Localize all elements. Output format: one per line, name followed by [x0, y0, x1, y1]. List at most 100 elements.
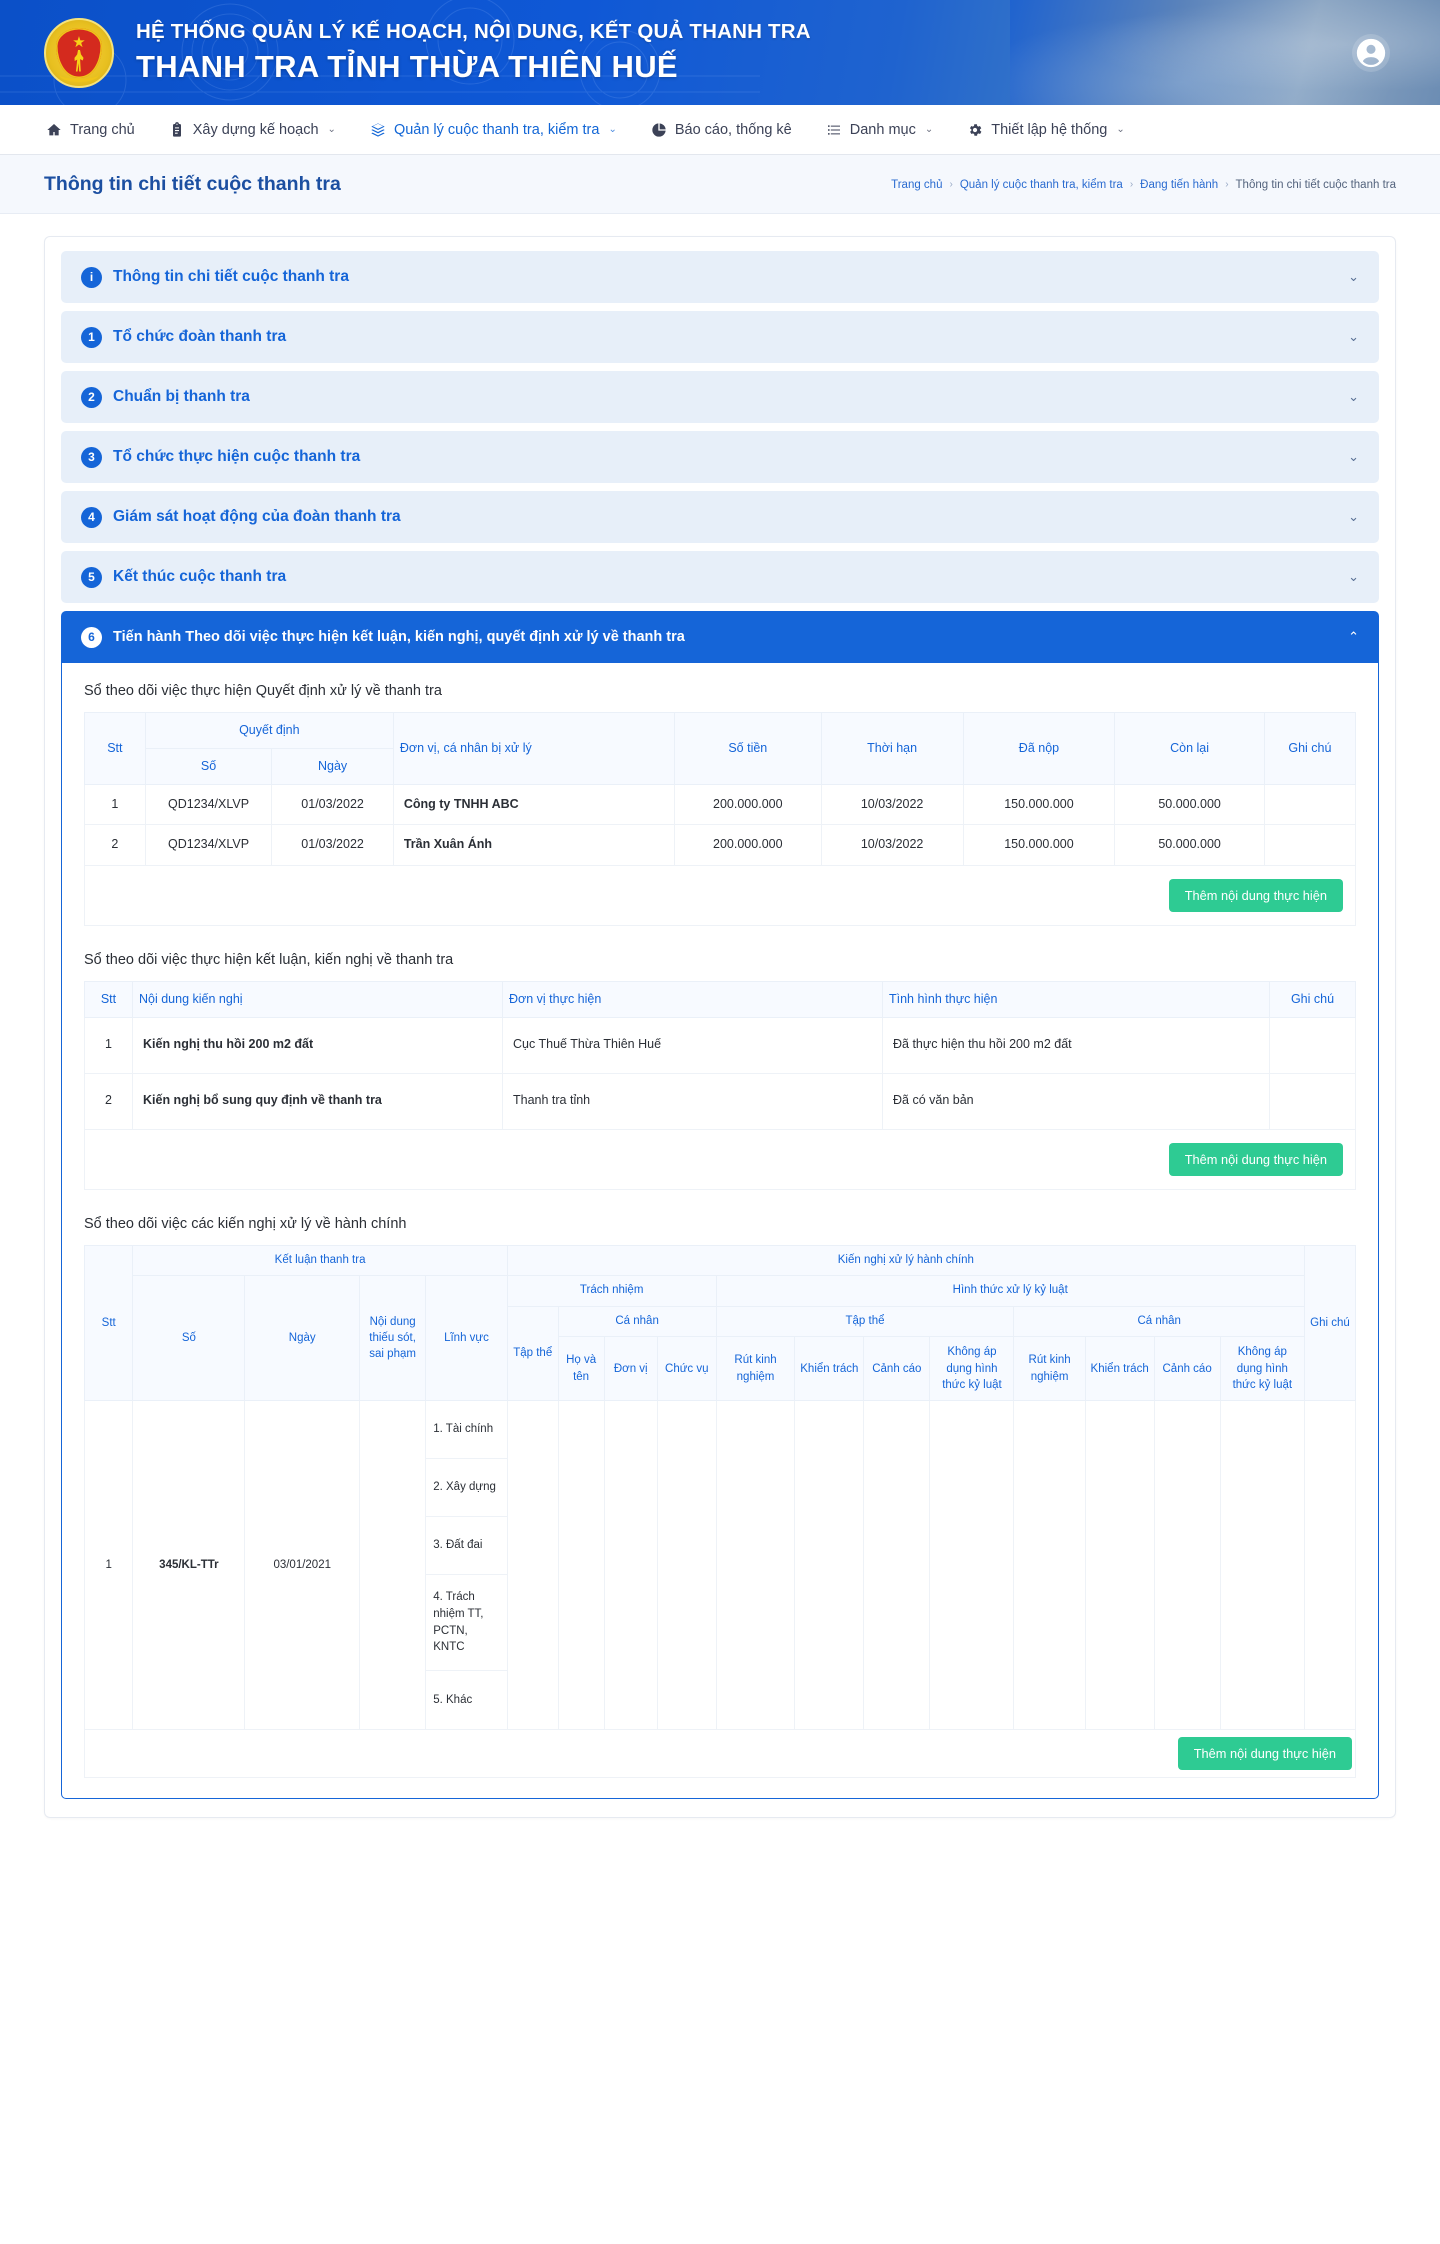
th-cn-khong-ap-dung: Không áp dụng hình thức kỷ luật — [1219, 1336, 1305, 1402]
add-noi-dung-thuc-hien-button-1[interactable]: Thêm nội dung thực hiện — [1168, 878, 1343, 912]
th-noi-dung-thieu-sot: Nội dung thiếu sót, sai phạm — [359, 1275, 427, 1402]
cell-noi-dung: Kiến nghị thu hồi 200 m2 đất — [132, 1016, 503, 1074]
header-subtitle: HỆ THỐNG QUẢN LÝ KẾ HOẠCH, NỘI DUNG, KẾT… — [136, 20, 811, 43]
chevron-down-icon[interactable]: ⌄ — [1348, 389, 1359, 405]
table-ket-luan-kien-nghi: Stt Nội dung kiến nghị Đơn vị thực hiện … — [84, 980, 1356, 1190]
th-con-lai: Còn lại — [1114, 712, 1265, 785]
th-ghi-chu: Ghi chú — [1269, 980, 1356, 1018]
accordion-badge: 2 — [81, 386, 102, 408]
th-tt-rut-kinh-nghiem: Rút kinh nghiệm — [715, 1336, 796, 1402]
cell-so-tien: 200.000.000 — [673, 824, 822, 866]
accordion-thong-tin-chi-tiet[interactable]: i Thông tin chi tiết cuộc thanh tra ⌄ — [61, 251, 1379, 303]
cell-tinh-hinh: Đã có văn bản — [882, 1072, 1270, 1130]
chevron-down-icon[interactable]: ⌄ — [1348, 569, 1359, 585]
th-kien-nghi-xu-ly-hanh-chinh: Kiến nghị xử lý hành chính — [506, 1244, 1305, 1277]
th-so: Số — [132, 1275, 246, 1402]
cell-stt: 1 — [83, 1400, 134, 1731]
section-title-hanh-chinh: Sổ theo dõi việc các kiến nghị xử lý về … — [84, 1215, 407, 1232]
section-title-quyet-dinh: Sổ theo dõi việc thực hiện Quyết định xử… — [84, 683, 442, 699]
accordion-badge: i — [81, 266, 102, 288]
gear-icon — [967, 122, 983, 138]
cell-cn-canh-cao — [1153, 1400, 1221, 1731]
cell-tinh-hinh: Đã thực hiện thu hồi 200 m2 đất — [882, 1016, 1270, 1074]
th-tinh-hinh-thuc-hien: Tình hình thực hiện — [882, 980, 1270, 1018]
nav-item-label: Xây dựng kế hoạch — [192, 121, 319, 138]
nav-item-trang-chu[interactable]: Trang chủ — [44, 118, 137, 142]
page-header-bar: Thông tin chi tiết cuộc thanh tra Trang … — [0, 155, 1440, 214]
breadcrumb-item-1[interactable]: Trang chủ — [891, 179, 942, 191]
th-stt: Stt — [83, 1244, 134, 1402]
th-da-nop: Đã nộp — [962, 712, 1116, 785]
table-row[interactable]: 1 Kiến nghị thu hồi 200 m2 đất Cục Thuế … — [84, 1016, 1356, 1074]
cell-so: QD1234/XLVP — [144, 783, 273, 826]
th-quyet-dinh: Quyết định — [144, 712, 394, 749]
cell-tt-canh-cao — [863, 1400, 931, 1731]
user-circle-icon[interactable] — [1352, 33, 1390, 72]
linh-vuc-item: 1. Tài chính — [426, 1401, 507, 1460]
th-tt-khien-trach: Khiển trách — [794, 1336, 865, 1402]
th-don-vi: Đơn vị, cá nhân bị xử lý — [392, 712, 675, 785]
accordion-giam-sat-hoat-dong[interactable]: 4 Giám sát hoạt động của đoàn thanh tra … — [61, 491, 1379, 543]
accordion-to-chuc-thuc-hien[interactable]: 3 Tổ chức thực hiện cuộc thanh tra ⌄ — [61, 431, 1379, 483]
chevron-down-icon[interactable]: ⌄ — [1348, 269, 1359, 285]
th-tt-khong-ap-dung: Không áp dụng hình thức kỷ luật — [929, 1336, 1015, 1402]
cell-stt: 1 — [84, 1016, 133, 1074]
th-noi-dung-kien-nghi: Nội dung kiến nghị — [132, 980, 503, 1018]
cell-da-nop: 150.000.000 — [962, 783, 1116, 826]
accordion-label: Tổ chức thực hiện cuộc thanh tra — [113, 448, 361, 465]
table-row[interactable]: 1 345/KL-TTr 03/01/2021 1. Tài chính 2. … — [83, 1400, 1357, 1731]
add-noi-dung-thuc-hien-button-2[interactable]: Thêm nội dung thực hiện — [1168, 1142, 1343, 1176]
cell-cn-rut-kinh-nghiem — [1013, 1400, 1086, 1731]
accordion-badge: 4 — [81, 506, 102, 528]
cell-cn-khien-trach — [1084, 1400, 1155, 1731]
th-trach-nhiem: Trách nhiệm — [506, 1275, 717, 1307]
cell-don-vi — [603, 1400, 658, 1731]
cell-da-nop: 150.000.000 — [962, 824, 1116, 866]
nav-item-xay-dung-ke-hoach[interactable]: Xây dựng kế hoạch ⌄ — [167, 118, 338, 142]
nav-item-danh-muc[interactable]: Danh mục ⌄ — [824, 118, 935, 142]
table-row[interactable]: 2 QD1234/XLVP 01/03/2022 Trần Xuân Ánh 2… — [84, 824, 1357, 866]
chevron-down-icon[interactable]: ⌄ — [1348, 449, 1359, 465]
linh-vuc-item: 3. Đất đai — [426, 1517, 507, 1576]
block-ket-luan-kien-nghi: Sổ theo dõi việc thực hiện kết luận, kiế… — [84, 952, 1356, 1190]
cell-stt: 1 — [84, 783, 146, 826]
table-row[interactable]: 1 QD1234/XLVP 01/03/2022 Công ty TNHH AB… — [84, 783, 1357, 826]
linh-vuc-item: 2. Xây dựng — [426, 1459, 507, 1518]
chevron-down-icon[interactable]: ⌄ — [1348, 509, 1359, 525]
accordion-to-chuc-doan-thanh-tra[interactable]: 1 Tổ chức đoàn thanh tra ⌄ — [61, 311, 1379, 363]
accordion-chuan-bi-thanh-tra[interactable]: 2 Chuẩn bị thanh tra ⌄ — [61, 371, 1379, 423]
accordion-panel-tien-hanh-theo-doi: Sổ theo dõi việc thực hiện Quyết định xử… — [61, 663, 1379, 1800]
cell-con-lai: 50.000.000 — [1114, 824, 1265, 866]
add-noi-dung-thuc-hien-button-3[interactable]: Thêm nội dung thực hiện — [1177, 1737, 1352, 1771]
chevron-up-icon[interactable]: ⌃ — [1348, 629, 1359, 645]
breadcrumb-item-2[interactable]: Quản lý cuộc thanh tra, kiểm tra — [960, 179, 1123, 191]
cell-noi-dung: Kiến nghị bổ sung quy định về thanh tra — [132, 1072, 503, 1130]
accordion-tien-hanh-theo-doi[interactable]: 6 Tiến hành Theo dõi việc thực hiện kết … — [61, 611, 1379, 663]
nav-item-label: Quản lý cuộc thanh tra, kiểm tra — [393, 121, 600, 138]
th-ngay: Ngày — [244, 1275, 361, 1402]
chevron-down-icon: ⌄ — [327, 124, 336, 135]
breadcrumb-item-3[interactable]: Đang tiến hành — [1140, 179, 1218, 191]
table-kien-nghi-hanh-chinh: Stt Kết luận thanh tra Kiến nghị xử lý h… — [83, 1244, 1357, 1779]
th-ho-va-ten: Họ và tên — [557, 1336, 605, 1402]
cell-ngay: 01/03/2022 — [271, 783, 394, 826]
accordion-badge: 1 — [81, 326, 102, 348]
th-don-vi: Đơn vị — [603, 1336, 658, 1402]
accordion-label: Kết thúc cuộc thanh tra — [113, 568, 287, 585]
page-title: Thông tin chi tiết cuộc thanh tra — [44, 173, 341, 195]
nav-item-quan-ly-cuoc-thanh-tra[interactable]: Quản lý cuộc thanh tra, kiểm tra ⌄ — [368, 118, 619, 142]
cell-stt: 2 — [84, 1072, 133, 1130]
cell-noi-dung-thieu-sot — [359, 1400, 427, 1731]
th-tap-the-hinh-thuc: Tập thể — [715, 1305, 1015, 1338]
nav-item-thiet-lap-he-thong[interactable]: Thiết lập hệ thống ⌄ — [965, 118, 1126, 142]
header-title: THANH TRA TỈNH THỪA THIÊN HUẾ — [136, 49, 678, 84]
accordion-label: Tổ chức đoàn thanh tra — [113, 328, 287, 345]
chevron-down-icon[interactable]: ⌄ — [1348, 329, 1359, 345]
nav-item-bao-cao-thong-ke[interactable]: Báo cáo, thống kê — [649, 118, 794, 142]
cell-so: QD1234/XLVP — [144, 824, 273, 866]
clipboard-icon — [169, 121, 185, 138]
home-icon — [46, 122, 62, 138]
cell-ghi-chu — [1263, 783, 1357, 826]
table-row[interactable]: 2 Kiến nghị bổ sung quy định về thanh tr… — [84, 1072, 1356, 1130]
accordion-ket-thuc-cuoc-thanh-tra[interactable]: 5 Kết thúc cuộc thanh tra ⌄ — [61, 551, 1379, 603]
